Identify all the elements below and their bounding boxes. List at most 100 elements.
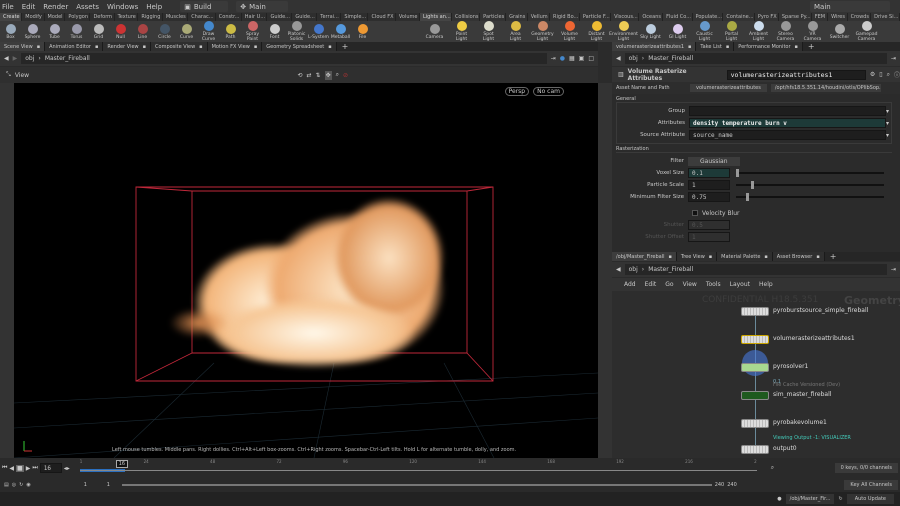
shelf-tool-portal-light[interactable]: Portal Light <box>721 21 742 42</box>
maximize-icon[interactable]: □ <box>588 55 598 62</box>
node-volumerasterizeattributes1[interactable] <box>741 335 769 344</box>
range-end-2[interactable]: 240 <box>715 482 725 488</box>
shelf-tool-torus[interactable]: Torus <box>66 23 87 40</box>
key-all-channels-button[interactable]: Key All Channels <box>844 480 898 490</box>
shelf-tool-point-light[interactable]: Point Light <box>451 21 472 42</box>
filter-menu[interactable]: Gaussian <box>688 156 740 166</box>
view-icon[interactable]: ⤡ <box>6 71 11 79</box>
close-tab-icon[interactable]: ▪ <box>143 44 146 50</box>
close-tab-icon[interactable]: ▪ <box>254 44 257 50</box>
pane-tab[interactable]: volumerasterizeattributes1 ▪ <box>612 42 697 51</box>
range-end[interactable]: 240 <box>727 482 737 488</box>
pane-tab[interactable]: Scene View ▪ <box>0 42 46 51</box>
shelf-tool-switcher[interactable]: Switcher <box>829 23 850 40</box>
settings-icon[interactable]: ◉ <box>26 482 30 488</box>
shelf-tab[interactable]: Charac... <box>188 13 216 21</box>
add-tab-icon[interactable]: + <box>337 42 354 51</box>
path-node[interactable]: Master_Fireball <box>648 266 693 273</box>
shelf-tab[interactable]: Deform <box>90 13 115 21</box>
shelf-tool-sky-light[interactable]: Sky Light <box>640 23 661 40</box>
camera-menu[interactable]: No cam <box>533 87 564 96</box>
viewport[interactable]: Persp No cam Left mouse tumbles. Middle … <box>14 83 598 458</box>
pane-tab[interactable]: Tree View ▪ <box>676 252 718 261</box>
min-filter-slider[interactable] <box>736 193 884 201</box>
frame-field[interactable]: 16 <box>39 463 62 473</box>
shelf-tool-box[interactable]: Box <box>0 23 21 40</box>
shelf-tool-l-system[interactable]: L-System <box>308 23 329 40</box>
menu-edit[interactable]: Edit <box>22 3 36 11</box>
network-menu-edit[interactable]: Edit <box>645 281 657 288</box>
dropdown-icon[interactable]: ▾ <box>886 108 889 115</box>
step-icon[interactable]: ◂▸ <box>64 465 78 472</box>
node-name[interactable]: sim_master_fireball <box>773 391 831 398</box>
refresh-icon[interactable]: ↻ <box>838 496 842 502</box>
dropdown-icon[interactable]: ▾ <box>886 120 889 127</box>
shelf-tab[interactable]: Particles <box>480 13 507 21</box>
node-name-field[interactable]: volumerasterizeattributes1 <box>726 69 866 80</box>
snap-icon[interactable]: ✥ <box>324 70 332 80</box>
shelf-tab[interactable]: Vellum <box>528 13 550 21</box>
particle-scale-field[interactable]: 1 <box>688 180 730 190</box>
network-menu-add[interactable]: Add <box>624 281 636 288</box>
path-root[interactable]: obj <box>629 55 638 62</box>
network-menu-go[interactable]: Go <box>665 281 673 288</box>
shelf-tab[interactable]: Cloud FX <box>368 13 396 21</box>
attributes-field[interactable]: density temperature burn v <box>689 118 886 128</box>
desktop-right-select[interactable]: Main <box>810 1 890 12</box>
zoom-icon[interactable]: ⌕ <box>336 71 339 79</box>
shelf-tool-area-light[interactable]: Area Light <box>505 21 526 42</box>
display-options-icon[interactable]: ▦ <box>569 55 575 62</box>
search-icon[interactable]: ⌕ <box>887 71 890 79</box>
info-icon[interactable]: ⓘ <box>894 70 900 79</box>
shelf-tab[interactable]: Rigid Bo... <box>550 13 580 21</box>
loop-icon[interactable]: ↻ <box>19 482 23 488</box>
pane-tab[interactable]: Render View ▪ <box>103 42 152 51</box>
tumble-icon[interactable]: ⟲ <box>297 72 302 79</box>
timeline-bar[interactable]: 1 24 48 72 96 120 144 168 192 216 2 16 <box>79 459 757 477</box>
path-field[interactable]: obj › Master_Fireball <box>21 53 547 64</box>
node-name[interactable]: pyrosolver1 <box>773 363 808 370</box>
path-root[interactable]: obj <box>629 266 638 273</box>
shelf-tab[interactable]: FEM <box>812 13 829 21</box>
asset-name-menu[interactable]: volumerasterizeattributes <box>690 84 767 92</box>
add-tab-icon[interactable]: + <box>825 252 842 261</box>
shelf-tab[interactable]: Constr... <box>216 13 242 21</box>
shelf-tool-circle[interactable]: Circle <box>154 23 175 40</box>
gear-icon[interactable]: ⚙ <box>870 71 875 78</box>
network-menu-tools[interactable]: Tools <box>706 281 721 288</box>
close-tab-icon[interactable]: ▪ <box>328 44 331 50</box>
shelf-tab[interactable]: Muscles <box>163 13 189 21</box>
shelf-tool-spray-paint[interactable]: Spray Paint <box>242 21 263 42</box>
shelf-tool-vr-camera[interactable]: VR Camera <box>802 21 823 42</box>
shelf-tool-curve[interactable]: Curve <box>176 23 197 40</box>
pane-tab[interactable]: Geometry Spreadsheet ▪ <box>262 42 337 51</box>
shelf-tool-font[interactable]: Font <box>264 23 285 40</box>
shelf-tab[interactable]: Collisions <box>452 13 481 21</box>
play-reverse-icon[interactable]: ◀ <box>9 465 14 472</box>
shelf-tool-environment-light[interactable]: Environment Light <box>609 21 638 42</box>
persp-menu[interactable]: Persp <box>504 87 530 96</box>
pane-tab[interactable]: Performance Monitor ▪ <box>734 42 803 51</box>
shelf-tool-geometry-light[interactable]: Geometry Light <box>531 21 554 42</box>
shelf-tool-metaball[interactable]: Metaball <box>330 23 351 40</box>
close-tab-icon[interactable]: ▪ <box>764 254 767 260</box>
node-output0[interactable] <box>741 445 769 454</box>
shelf-tab[interactable]: Lights an... <box>420 13 452 21</box>
node-pyrosolver1[interactable] <box>741 363 769 372</box>
shelf-tab[interactable]: Sparse Py... <box>779 13 812 21</box>
pane-tab[interactable]: Animation Editor ▪ <box>45 42 104 51</box>
shelf-tool-gi-light[interactable]: GI Light <box>667 23 688 40</box>
range-slider[interactable] <box>121 484 712 486</box>
close-tab-icon[interactable]: ▪ <box>199 44 202 50</box>
first-frame-icon[interactable]: ⏮ <box>2 464 7 472</box>
desktop-main-select[interactable]: ✥ Main <box>236 1 289 12</box>
shelf-tab[interactable]: Model <box>45 13 66 21</box>
node-pyroburstsource_simple_fireball[interactable] <box>741 307 769 316</box>
range-start[interactable]: 1 <box>84 482 104 488</box>
network-menu-view[interactable]: View <box>683 281 697 288</box>
node-name[interactable]: pyrobakevolume1 <box>773 419 827 426</box>
shelf-tool-spot-light[interactable]: Spot Light <box>478 21 499 42</box>
node-name[interactable]: volumerasterizeattributes1 <box>773 335 855 342</box>
node-name[interactable]: output0 <box>773 445 797 452</box>
pane-tab[interactable]: Take List ▪ <box>696 42 735 51</box>
